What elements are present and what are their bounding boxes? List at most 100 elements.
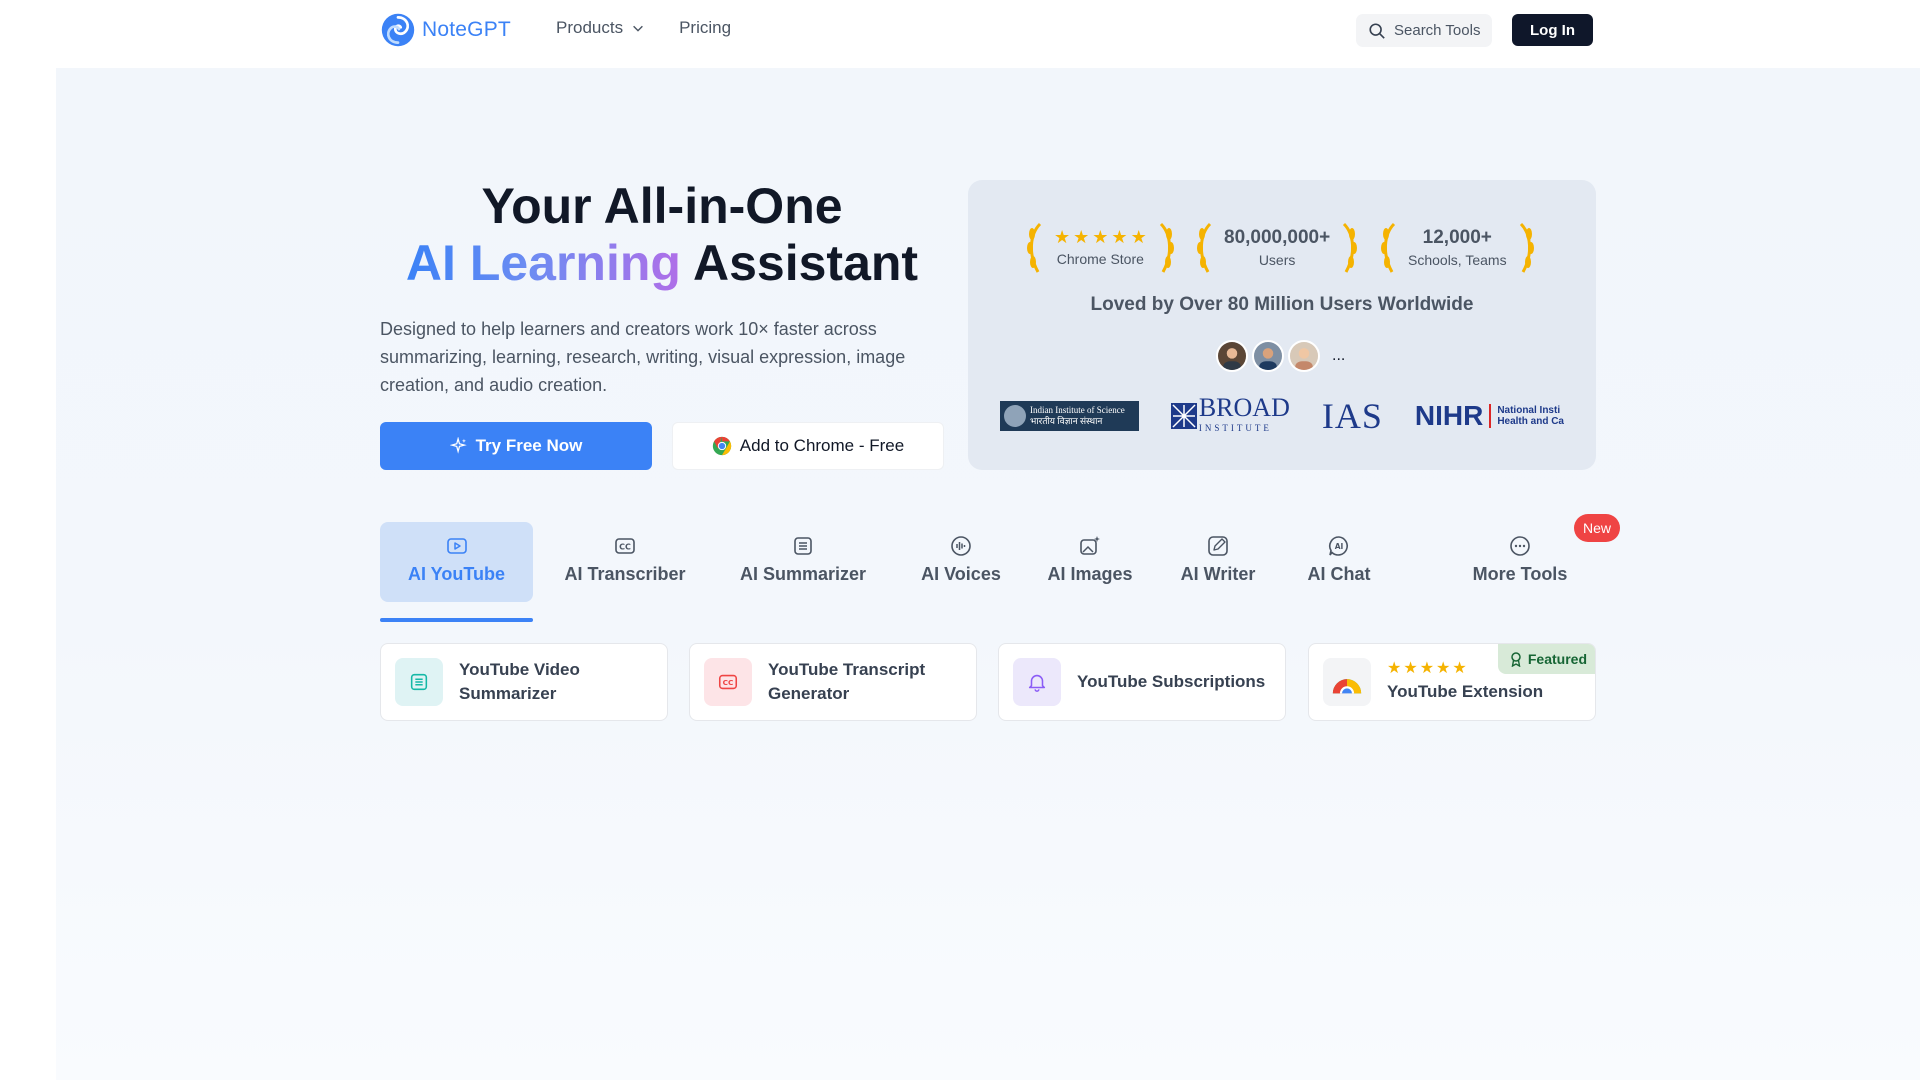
nihr-logo: NIHR National Insti Health and Ca xyxy=(1414,400,1564,431)
tab-label: AI Writer xyxy=(1180,564,1256,584)
tab-label: AI Summarizer xyxy=(739,564,867,584)
tool-youtube-transcript-generator[interactable]: CC YouTube Transcript Generator xyxy=(689,643,977,721)
tool-icon xyxy=(395,658,443,706)
laurel-right-icon xyxy=(1159,222,1174,273)
partner-logos: Indian Institute of Science भारतीय विज्ञ… xyxy=(1000,394,1564,438)
laurel-left-icon xyxy=(1381,222,1396,273)
tool-icon xyxy=(1013,658,1061,706)
iisc-logo: Indian Institute of Science भारतीय विज्ञ… xyxy=(1000,401,1139,431)
cc-icon: CC xyxy=(718,674,738,690)
main-nav: Products Pricing xyxy=(556,18,731,38)
active-tab-indicator xyxy=(380,618,533,622)
add-to-chrome-label: Add to Chrome - Free xyxy=(739,436,905,455)
stat-value: 12,000+ xyxy=(1422,227,1492,248)
tab-ai-transcriber[interactable]: CC AI Transcriber xyxy=(548,522,702,602)
nav-products[interactable]: Products xyxy=(556,18,645,38)
search-icon xyxy=(1369,22,1385,39)
brand-name: NoteGPT xyxy=(422,18,511,41)
tool-label: YouTube Transcript Generator xyxy=(768,660,926,703)
tab-label: AI Chat xyxy=(1307,564,1371,584)
pen-icon xyxy=(1208,536,1228,556)
tab-ai-images[interactable]: AI Images xyxy=(1042,522,1138,602)
avatar xyxy=(1252,340,1284,372)
try-free-now-label: Try Free Now xyxy=(475,436,583,455)
top-header: NoteGPT Products Pricing Search Tools Lo… xyxy=(0,0,1920,60)
search-tools-button[interactable]: Search Tools xyxy=(1356,14,1492,47)
list-icon xyxy=(410,673,428,691)
login-button[interactable]: Log In xyxy=(1512,14,1593,46)
broad-institute-logo: BROAD INSTITUTE xyxy=(1170,395,1290,436)
sparkle-icon xyxy=(449,437,467,454)
nav-pricing[interactable]: Pricing xyxy=(679,18,731,38)
tab-ai-voices[interactable]: AI Voices xyxy=(914,522,1008,602)
nav-products-label: Products xyxy=(556,18,624,37)
stat-label: Users xyxy=(1258,252,1296,268)
featured-badge: Featured xyxy=(1497,644,1595,674)
chrome-icon xyxy=(1332,679,1362,694)
iisc-seal-icon xyxy=(1004,405,1026,427)
stat-label: Schools, Teams xyxy=(1408,252,1507,268)
tab-ai-chat[interactable]: AI AI Chat xyxy=(1298,522,1380,602)
image-sparkle-icon xyxy=(1080,536,1100,555)
laurel-left-icon xyxy=(1197,222,1212,273)
tab-label: AI Transcriber xyxy=(564,564,686,584)
tab-label: AI YouTube xyxy=(408,564,505,584)
chevron-down-icon xyxy=(633,25,643,32)
tool-icon xyxy=(1323,658,1371,706)
ias-logo: IAS xyxy=(1321,396,1383,436)
tool-icon: CC xyxy=(704,658,752,706)
stat-label: Chrome Store xyxy=(1056,251,1144,267)
play-icon xyxy=(446,538,467,554)
laurel-left-icon xyxy=(1027,222,1042,273)
hero-title-accent: AI Learning xyxy=(405,235,681,291)
brand-logo[interactable]: NoteGPT xyxy=(380,12,511,48)
tool-label: YouTube Video Summarizer xyxy=(459,660,580,703)
list-icon xyxy=(794,537,812,555)
svg-text:AI: AI xyxy=(1335,542,1344,551)
svg-text:CC: CC xyxy=(619,543,631,552)
notegpt-logo-icon xyxy=(381,13,415,47)
loved-by-text: Loved by Over 80 Million Users Worldwide xyxy=(1090,294,1474,315)
tool-youtube-extension[interactable]: ★ ★ ★ ★ ★ YouTube Extension Featured xyxy=(1308,643,1596,721)
hero-description: Designed to help learners and creators w… xyxy=(380,319,906,395)
tab-ai-youtube[interactable]: AI YouTube xyxy=(380,522,533,602)
search-tools-label: Search Tools xyxy=(1394,22,1481,39)
cc-icon: CC xyxy=(615,538,635,554)
tool-youtube-video-summarizer[interactable]: YouTube Video Summarizer xyxy=(380,643,668,721)
tab-ai-summarizer[interactable]: AI Summarizer xyxy=(728,522,878,602)
tab-ai-writer[interactable]: AI Writer xyxy=(1172,522,1264,602)
chrome-icon xyxy=(712,436,731,456)
tab-label: AI Voices xyxy=(921,564,1001,584)
hero-title: Your All-in-One AI Learning Assistant xyxy=(380,178,944,292)
bell-icon xyxy=(1028,674,1046,692)
tab-label: More Tools xyxy=(1472,564,1568,584)
avatar xyxy=(1288,340,1320,372)
more-icon xyxy=(1510,536,1530,556)
broad-mark-icon xyxy=(1170,403,1197,429)
svg-text:CC: CC xyxy=(723,678,734,687)
add-to-chrome-button[interactable]: Add to Chrome - Free xyxy=(672,422,944,470)
stat-schools: 12,000+ Schools, Teams xyxy=(1378,220,1537,276)
social-proof-card: ★ ★ ★ ★ ★ Chrome Store 80,000,000+ Users 12,… xyxy=(968,180,1596,470)
waveform-icon xyxy=(951,536,971,556)
hero-title-rest: Assistant xyxy=(693,235,919,291)
laurel-right-icon xyxy=(1343,222,1358,273)
tab-more-tools[interactable]: More Tools xyxy=(1468,522,1572,602)
laurel-right-icon xyxy=(1519,222,1534,273)
try-free-now-button[interactable]: Try Free Now xyxy=(380,422,652,470)
nav-pricing-label: Pricing xyxy=(679,18,732,37)
tab-label: AI Images xyxy=(1047,564,1133,584)
stat-users: 80,000,000+ Users xyxy=(1194,220,1360,276)
tool-youtube-subscriptions[interactable]: YouTube Subscriptions xyxy=(998,643,1286,721)
new-badge: New xyxy=(1574,514,1620,542)
stat-value: 80,000,000+ xyxy=(1224,227,1331,248)
avatar xyxy=(1216,340,1248,372)
award-icon xyxy=(1511,652,1521,667)
tool-label: YouTube Subscriptions xyxy=(1077,672,1266,691)
chrome-store-stars: ★ ★ ★ ★ ★ xyxy=(1054,227,1147,247)
stat-chrome-store: ★ ★ ★ ★ ★ Chrome Store xyxy=(1024,220,1177,276)
user-avatars: ... xyxy=(1216,340,1345,372)
hero-title-line1: Your All-in-One xyxy=(481,178,843,234)
hero-title-line2: AI Learning Assistant xyxy=(380,235,944,292)
tool-label: YouTube Extension xyxy=(1387,682,1544,701)
